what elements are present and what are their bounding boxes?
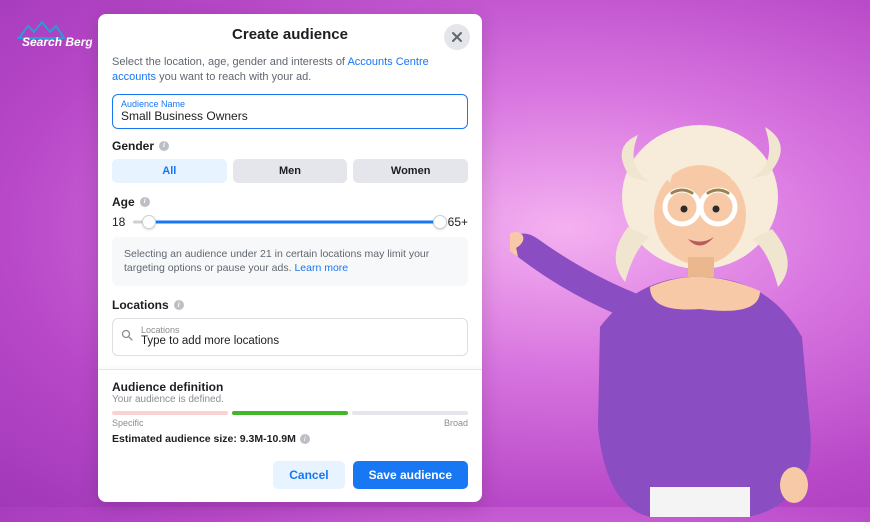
- meter-segment: [112, 411, 228, 415]
- audience-name-input[interactable]: Audience Name Small Business Owners: [112, 94, 468, 129]
- learn-more-link[interactable]: Learn more: [294, 262, 348, 274]
- meter-label-broad: Broad: [444, 418, 468, 428]
- save-audience-button[interactable]: Save audience: [353, 461, 468, 489]
- gender-option-all[interactable]: All: [112, 159, 227, 183]
- intro-text: Select the location, age, gender and int…: [112, 55, 468, 86]
- meter-labels: Specific Broad: [112, 418, 468, 428]
- meter-label-specific: Specific: [112, 418, 144, 428]
- estimated-size: Estimated audience size: 9.3M-10.9M i: [112, 433, 468, 445]
- audience-name-label: Audience Name: [121, 99, 459, 109]
- age-warning-note: Selecting an audience under 21 in certai…: [112, 237, 468, 286]
- audience-definition-section: Audience definition Your audience is def…: [98, 369, 482, 451]
- woman-pointing-illustration: [510, 87, 840, 517]
- audience-name-value: Small Business Owners: [121, 109, 459, 123]
- gender-segmented: All Men Women: [112, 159, 468, 183]
- age-min: 18: [112, 215, 125, 229]
- meter-segment: [352, 411, 468, 415]
- gender-option-men[interactable]: Men: [233, 159, 348, 183]
- audience-meter: [112, 411, 468, 415]
- info-icon[interactable]: i: [140, 197, 150, 207]
- cancel-button[interactable]: Cancel: [273, 461, 344, 489]
- definition-subtitle: Your audience is defined.: [112, 394, 468, 405]
- locations-input[interactable]: Locations Type to add more locations: [112, 318, 468, 356]
- create-audience-dialog: Create audience Select the location, age…: [98, 14, 482, 502]
- age-slider-handle-max[interactable]: [433, 215, 447, 229]
- age-label: Age i: [112, 195, 468, 209]
- gender-option-women[interactable]: Women: [353, 159, 468, 183]
- dialog-footer: Cancel Save audience: [98, 451, 482, 502]
- search-icon: [121, 329, 133, 344]
- info-icon[interactable]: i: [174, 300, 184, 310]
- locations-field-label: Locations: [141, 325, 279, 335]
- close-button[interactable]: [444, 24, 470, 50]
- dialog-body: Select the location, age, gender and int…: [98, 53, 482, 369]
- dialog-title: Create audience: [232, 26, 348, 43]
- dialog-header: Create audience: [98, 14, 482, 53]
- age-slider-handle-min[interactable]: [142, 215, 156, 229]
- locations-label: Locations i: [112, 298, 468, 312]
- age-slider[interactable]: [133, 215, 439, 229]
- definition-title: Audience definition: [112, 380, 468, 394]
- locations-placeholder: Type to add more locations: [141, 335, 279, 347]
- age-range-row: 18 65+: [112, 215, 468, 229]
- svg-text:Search Berg: Search Berg: [22, 35, 92, 49]
- age-max: 65+: [448, 215, 468, 229]
- close-icon: [451, 31, 463, 43]
- brand-logo: Search Berg: [14, 20, 92, 50]
- gender-label: Gender i: [112, 139, 468, 153]
- info-icon[interactable]: i: [300, 434, 310, 444]
- meter-segment: [232, 411, 348, 415]
- info-icon[interactable]: i: [159, 141, 169, 151]
